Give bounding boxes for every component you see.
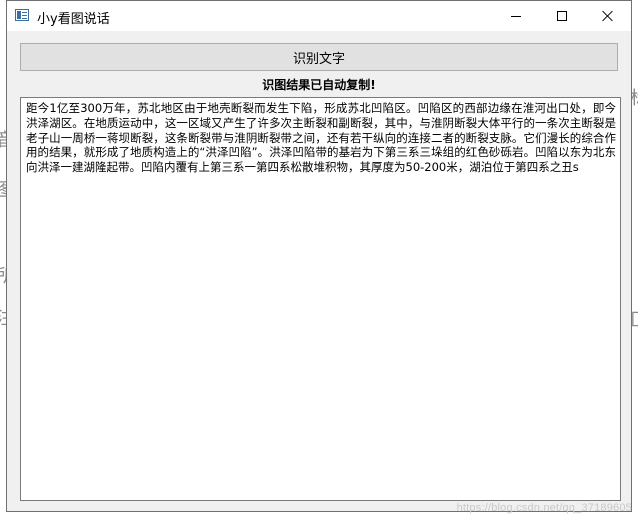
- maximize-icon: [557, 11, 567, 21]
- result-text-area[interactable]: 距今1亿至300万年，苏北地区由于地壳断裂而发生下陷，形成苏北凹陷区。凹陷区的西…: [20, 97, 621, 501]
- recognize-text-button[interactable]: 识别文字: [20, 43, 618, 71]
- close-button[interactable]: [585, 1, 631, 31]
- minimize-button[interactable]: [493, 1, 539, 31]
- status-message: 识图结果已自动复制!: [262, 78, 376, 92]
- maximize-button[interactable]: [539, 1, 585, 31]
- close-icon: [602, 10, 614, 22]
- title-bar[interactable]: 小y看图说话: [7, 1, 631, 31]
- window-title: 小y看图说话: [37, 12, 110, 27]
- app-window: 小y看图说话 识别文字 识图结果已自动复制! 距今1亿至300万年，苏北地区由于…: [6, 0, 632, 512]
- minimize-icon: [511, 15, 521, 17]
- app-icon: [15, 9, 29, 21]
- background-watermark: https://blog.csdn.net/qq_37189605: [456, 502, 632, 514]
